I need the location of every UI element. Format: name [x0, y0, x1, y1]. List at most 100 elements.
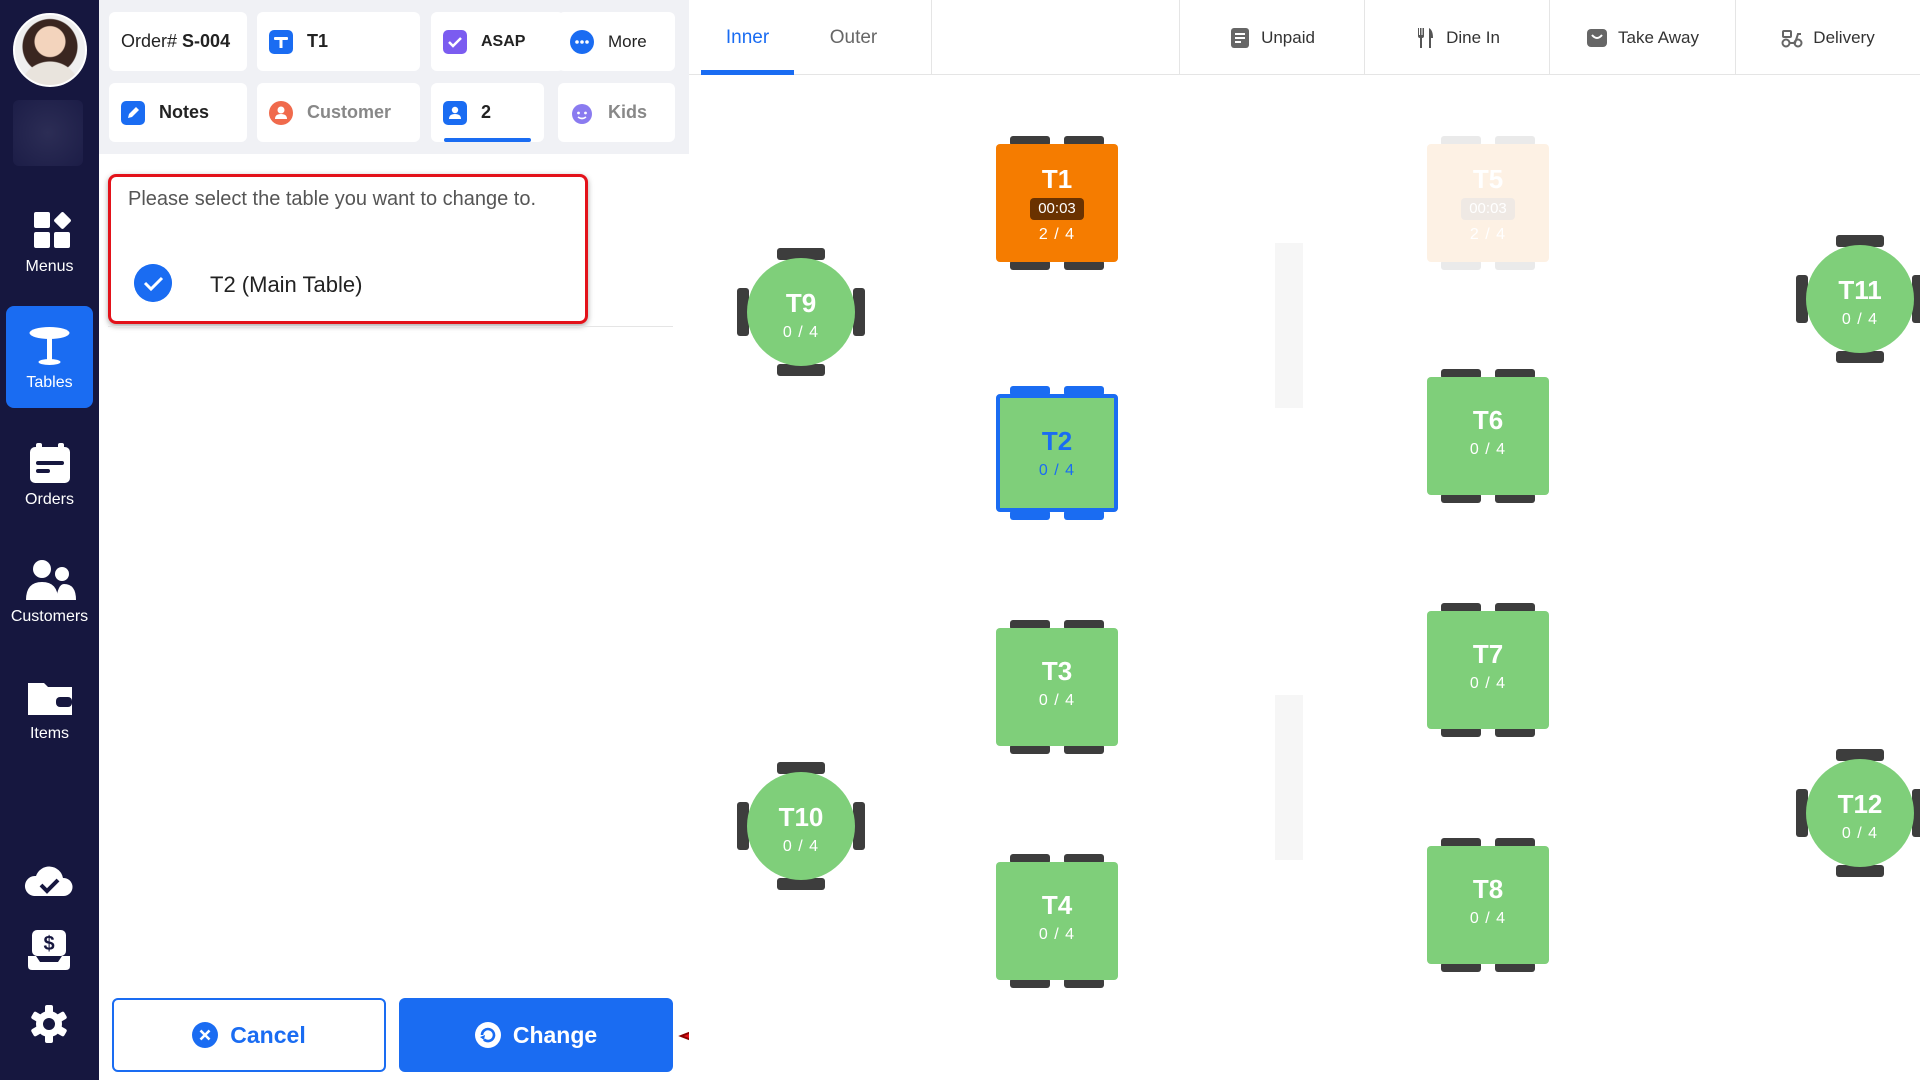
kids-chip[interactable]: Kids — [558, 83, 675, 142]
order-number-prefix: Order# — [121, 31, 178, 51]
edit-pencil-icon — [121, 100, 145, 125]
table-occupancy: 0 / 4 — [1469, 675, 1507, 692]
table-label: T1 — [1041, 164, 1073, 194]
orders-icon — [30, 443, 70, 483]
table-box: T7 0 / 4 — [1427, 611, 1549, 729]
table-label: T7 — [1472, 639, 1504, 669]
table-label: T5 — [1472, 164, 1504, 194]
guests-count: 2 — [481, 102, 492, 122]
customer-chip[interactable]: Customer — [257, 83, 420, 142]
customer-label: Customer — [307, 102, 392, 122]
table-box: T4 0 / 4 — [996, 862, 1118, 980]
filter-dine-in-label: Dine In — [1446, 27, 1500, 47]
filter-delivery[interactable]: Delivery — [1736, 0, 1920, 75]
nav-label-customers: Customers — [10, 608, 89, 625]
table-label: T4 — [1041, 890, 1073, 920]
svg-text:$: $ — [43, 933, 54, 955]
row-divider — [108, 326, 673, 327]
table-box: T2 0 / 4 — [996, 394, 1118, 512]
table-occupancy: 0 / 4 — [1841, 311, 1879, 328]
table-round: T11 0 / 4 — [1806, 245, 1914, 353]
floor-tab-bar: Inner Outer Unpaid Dine In Take Away Del… — [689, 0, 1920, 75]
nav-label-items: Items — [29, 725, 70, 742]
guests-chip[interactable]: 2 — [431, 83, 544, 142]
sidebar-nav: Menus Tables Orders Customers Items $ — [0, 0, 99, 1080]
receipt-icon — [1231, 27, 1250, 48]
table-box: T3 0 / 4 — [996, 628, 1118, 746]
table-label: T9 — [785, 288, 817, 318]
notes-chip[interactable]: Notes — [109, 83, 247, 142]
tab-separator — [931, 0, 932, 75]
nav-item-tables[interactable]: Tables — [6, 306, 93, 408]
selected-table-row[interactable]: T2 (Main Table) — [126, 260, 666, 310]
calendar-check-icon — [443, 29, 467, 54]
gear-icon[interactable] — [24, 1002, 74, 1046]
tab-inner[interactable]: Inner — [701, 0, 794, 75]
change-label: Change — [512, 1021, 598, 1048]
filter-unpaid-label: Unpaid — [1261, 27, 1315, 47]
nav-item-menus[interactable]: Menus — [6, 190, 93, 292]
menus-grid-icon — [34, 212, 71, 248]
order-timing: ASAP — [481, 32, 526, 50]
table-occupancy: 2 / 4 — [1038, 226, 1076, 243]
table-label: T2 — [1041, 426, 1073, 456]
table-box: T1 00:03 2 / 4 — [996, 144, 1118, 262]
order-table-chip[interactable]: T1 — [257, 12, 420, 71]
change-button[interactable]: Change — [399, 998, 673, 1072]
floor-plan: Inner Outer Unpaid Dine In Take Away Del… — [689, 0, 1920, 1080]
order-number-chip: Order# S-004 — [109, 12, 247, 71]
customer-icon — [269, 100, 293, 125]
order-table: T1 — [307, 31, 329, 51]
tab-outer-label: Outer — [829, 26, 878, 48]
table-occupancy: 0 / 4 — [1469, 910, 1507, 927]
more-chip[interactable]: More — [558, 12, 675, 71]
table-timer: 00:03 — [1461, 198, 1515, 220]
fork-knife-icon — [1418, 27, 1434, 48]
table-label: T11 — [1838, 275, 1882, 305]
cancel-button[interactable]: Cancel — [112, 998, 386, 1072]
table-label: T8 — [1472, 874, 1504, 904]
nav-item-items[interactable]: Items — [6, 657, 93, 759]
nav-label-menus: Menus — [25, 258, 74, 275]
kids-face-icon — [572, 103, 592, 124]
table-icon — [269, 29, 293, 54]
table-icon — [29, 327, 70, 365]
filter-unpaid[interactable]: Unpaid — [1180, 0, 1364, 75]
user-avatar[interactable] — [13, 13, 87, 87]
table-occupancy: 2 / 4 — [1469, 226, 1507, 243]
table-occupancy: 0 / 4 — [782, 838, 820, 855]
tab-outer[interactable]: Outer — [807, 0, 900, 75]
nav-item-customers[interactable]: Customers — [6, 540, 93, 642]
cash-drawer-icon[interactable]: $ — [24, 928, 74, 972]
active-tab-indicator — [701, 70, 794, 75]
selected-table-name: T2 (Main Table) — [210, 272, 363, 297]
filter-dine-in[interactable]: Dine In — [1365, 0, 1549, 75]
table-box: T8 0 / 4 — [1427, 846, 1549, 964]
table-occupancy: 0 / 4 — [1038, 926, 1076, 943]
delivery-scooter-icon — [1781, 29, 1803, 47]
items-folder-icon — [28, 683, 72, 715]
change-table-hint: Please select the table you want to chan… — [128, 188, 537, 210]
table-occupancy: 0 / 4 — [1038, 692, 1076, 709]
nav-label-orders: Orders — [25, 491, 74, 508]
order-panel: Order# S-004 T1 ASAP More Notes Customer… — [99, 0, 689, 1080]
table-round: T10 0 / 4 — [747, 772, 855, 880]
customers-icon — [26, 560, 76, 600]
table-label: T6 — [1472, 405, 1504, 435]
table-label: T12 — [1837, 789, 1883, 819]
order-timing-chip[interactable]: ASAP — [431, 12, 564, 71]
cloud-check-icon[interactable] — [24, 858, 74, 902]
filter-delivery-label: Delivery — [1813, 27, 1875, 47]
guests-active-underline — [444, 138, 531, 142]
kids-label: Kids — [608, 102, 648, 122]
table-occupancy: 0 / 4 — [1841, 825, 1879, 842]
more-label: More — [608, 31, 647, 51]
nav-item-orders[interactable]: Orders — [6, 423, 93, 525]
table-box: T5 00:03 2 / 4 — [1427, 144, 1549, 262]
swap-refresh-icon — [474, 1022, 501, 1048]
table-box: T6 0 / 4 — [1427, 377, 1549, 495]
table-label: T3 — [1041, 656, 1073, 686]
filter-take-away[interactable]: Take Away — [1550, 0, 1735, 75]
cancel-label: Cancel — [230, 1021, 306, 1048]
close-circle-icon — [192, 1022, 219, 1048]
